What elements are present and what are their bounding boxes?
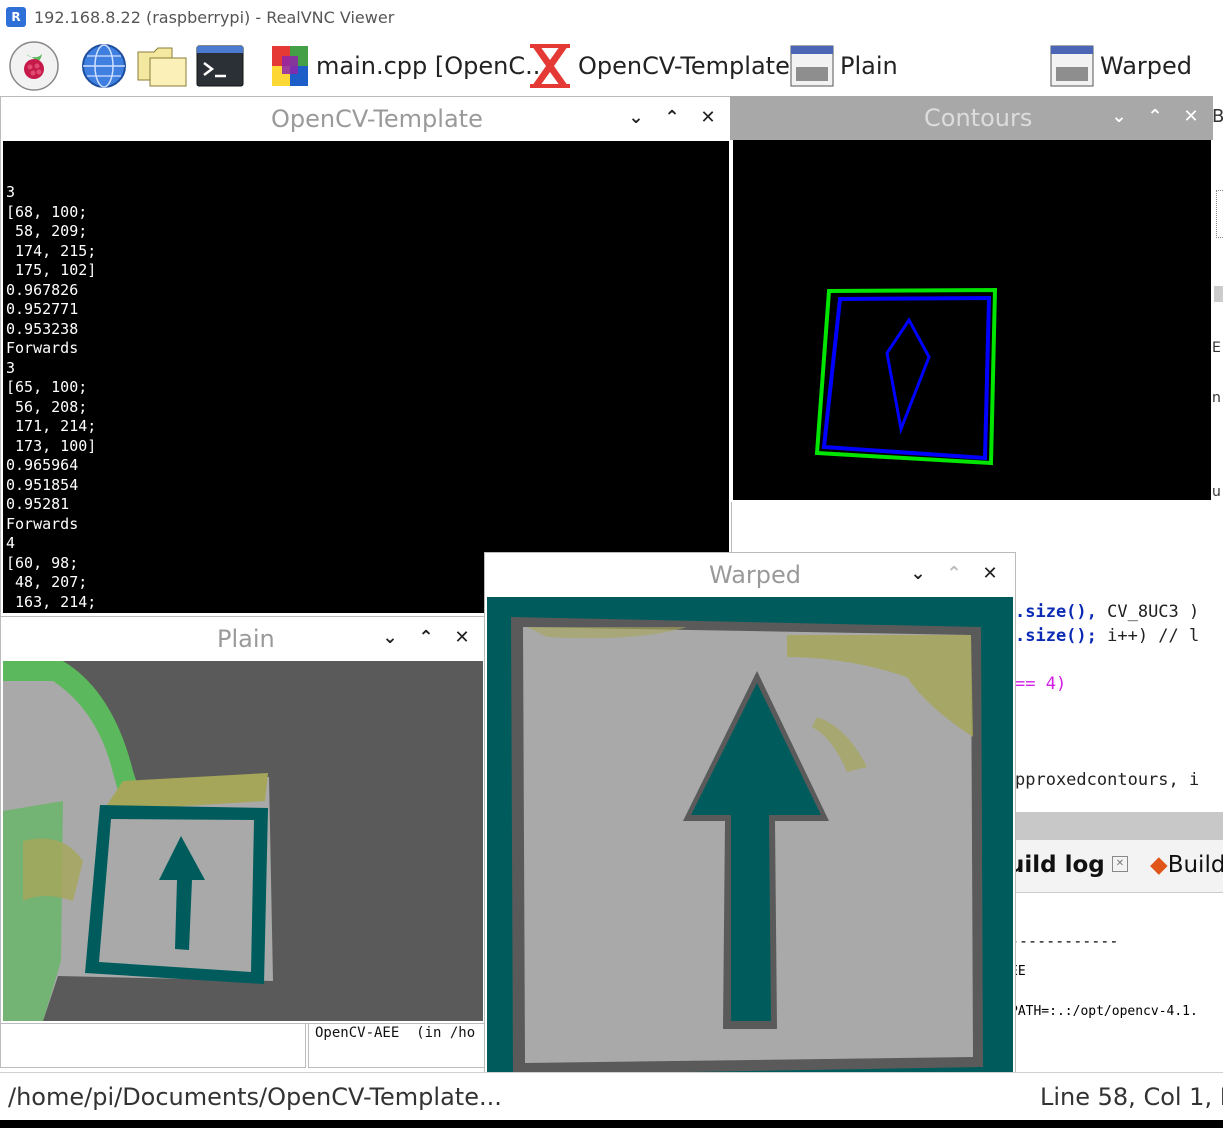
maximize-icon[interactable]: ⌃: [661, 107, 683, 129]
log-line: ------------: [1010, 932, 1119, 950]
status-file-path: /home/pi/Documents/OpenCV-Template...: [8, 1083, 502, 1111]
tab-build-log[interactable]: uild log: [1008, 852, 1105, 878]
build-flame-icon: ◆: [1150, 852, 1168, 878]
web-browser-icon: [82, 44, 126, 88]
raspberry-pi-menu-button[interactable]: [8, 36, 60, 96]
editor-scrollbar[interactable]: [1012, 812, 1223, 840]
window-title-bar[interactable]: Contours ⌄ ⌃ ✕: [730, 96, 1213, 140]
code-line: == 4): [1015, 674, 1067, 694]
taskbar-item-opencv-template[interactable]: OpenCV-Template: [528, 36, 790, 96]
code-editor[interactable]: .size(), CV_8UC3 ) .size(); i++) // l ==…: [1008, 500, 1223, 1080]
terminal-line: 56, 208;: [6, 397, 88, 416]
background-panel-messages: OpenCV-AEE (in /ho: [308, 1020, 490, 1068]
terminal-line: 0.95281: [6, 495, 70, 513]
window-title-bar[interactable]: Plain ⌄ ⌃ ✕: [1, 617, 485, 661]
opencv-template-window: OpenCV-Template ⌄ ⌃ ✕ 3 [68, 100; 58, 209…: [0, 96, 732, 618]
terminal-line: 4: [6, 534, 16, 552]
terminal-line: 174, 215;: [6, 241, 97, 260]
window-icon: [1050, 45, 1094, 87]
taskbar-item-plain[interactable]: Plain: [790, 36, 898, 96]
background-panel-left: [0, 1020, 306, 1068]
status-cursor-position: Line 58, Col 1, Pos: [1040, 1083, 1223, 1111]
code-line: pproxedcontours, i: [1015, 770, 1200, 790]
taskbar-item-codeblocks[interactable]: main.cpp [OpenC...: [270, 36, 548, 96]
vnc-window-title: 192.168.8.22 (raspberrypi) - RealVNC Vie…: [34, 8, 395, 27]
taskbar-label-opencv-template: OpenCV-Template: [578, 52, 790, 80]
window-title: Plain: [217, 625, 275, 653]
terminal-icon: [196, 45, 244, 87]
close-icon[interactable]: ✕: [979, 563, 1001, 585]
window-title: OpenCV-Template: [271, 105, 483, 133]
terminal-line: 0.952771: [6, 300, 79, 318]
vnc-title-bar: R 192.168.8.22 (raspberrypi) - RealVNC V…: [0, 0, 1223, 37]
background-window-edge: B E n u: [1212, 100, 1223, 500]
realvnc-icon: R: [6, 7, 26, 27]
minimize-icon[interactable]: ⌄: [907, 563, 929, 585]
terminal-line: 0.965964: [6, 456, 79, 474]
code-line: .size(); i++) // l: [1015, 626, 1200, 646]
taskbar: main.cpp [OpenC... OpenCV-Template Plain…: [0, 36, 1223, 96]
log-line: PATH=:.:/opt/opencv-4.1.: [1010, 1004, 1198, 1019]
terminal-line: [68, 100;: [6, 202, 88, 221]
x-app-icon: [530, 44, 570, 88]
codeblocks-icon: [272, 46, 308, 86]
terminal-line: 175, 102]: [6, 261, 97, 279]
taskbar-label-codeblocks: main.cpp [OpenC...: [316, 52, 548, 80]
minimize-icon[interactable]: ⌄: [379, 627, 401, 649]
terminal-line: 0.951854: [6, 475, 79, 494]
window-title: Contours: [924, 104, 1033, 132]
warped-window: Warped ⌄ ⌃ ✕: [484, 552, 1016, 1122]
window-icon: [790, 45, 834, 87]
window-title-bar[interactable]: Warped ⌄ ⌃ ✕: [485, 553, 1015, 597]
terminal-output[interactable]: 3 [68, 100; 58, 209; 174, 215; 175, 102] 0…: [3, 141, 729, 613]
raspberry-pi-menu-icon: [9, 41, 59, 91]
taskbar-item-warped[interactable]: Warped: [1050, 36, 1192, 96]
maximize-icon[interactable]: ⌃: [415, 627, 437, 649]
terminal-line: 0.967826: [6, 280, 79, 299]
terminal-line: 0.953238: [6, 319, 79, 338]
terminal-button[interactable]: [196, 36, 244, 96]
plain-window: Plain ⌄ ⌃ ✕: [0, 616, 486, 1024]
terminal-line: 173, 100]: [6, 436, 97, 455]
close-tab-icon[interactable]: ✕: [1112, 856, 1128, 872]
bottom-border: [0, 1120, 1223, 1128]
terminal-line: 171, 214;: [6, 417, 97, 435]
maximize-icon[interactable]: ⌃: [1144, 106, 1166, 128]
taskbar-label-plain: Plain: [840, 52, 898, 80]
contours-window: Contours ⌄ ⌃ ✕: [730, 96, 1213, 502]
minimize-icon[interactable]: ⌄: [625, 107, 647, 129]
taskbar-label-warped: Warped: [1100, 52, 1193, 80]
web-browser-button[interactable]: [80, 36, 128, 96]
terminal-line: 3: [6, 183, 16, 201]
file-manager-icon: [137, 47, 187, 87]
plain-image: [3, 661, 483, 1021]
log-tabs: uild log ✕ ◆Build: [1008, 840, 1223, 893]
warped-image: [487, 597, 1013, 1121]
file-manager-button[interactable]: [136, 36, 188, 96]
close-icon[interactable]: ✕: [1180, 106, 1202, 128]
close-icon[interactable]: ✕: [451, 627, 473, 649]
terminal-line: 58, 209;: [6, 222, 88, 240]
window-title-bar[interactable]: OpenCV-Template ⌄ ⌃ ✕: [1, 97, 731, 141]
code-line: .size(), CV_8UC3 ): [1015, 602, 1200, 622]
window-title: Warped: [709, 561, 802, 589]
terminal-line: 3: [6, 358, 16, 377]
terminal-line: Forwards: [6, 339, 79, 357]
contours-image: [733, 140, 1211, 500]
tab-build-messages[interactable]: ◆Build: [1150, 852, 1223, 878]
maximize-icon[interactable]: ⌃: [943, 563, 965, 585]
terminal-line: Forwards: [6, 514, 79, 533]
minimize-icon[interactable]: ⌄: [1108, 106, 1130, 128]
terminal-line: [65, 100;: [6, 378, 88, 396]
close-icon[interactable]: ✕: [697, 107, 719, 129]
